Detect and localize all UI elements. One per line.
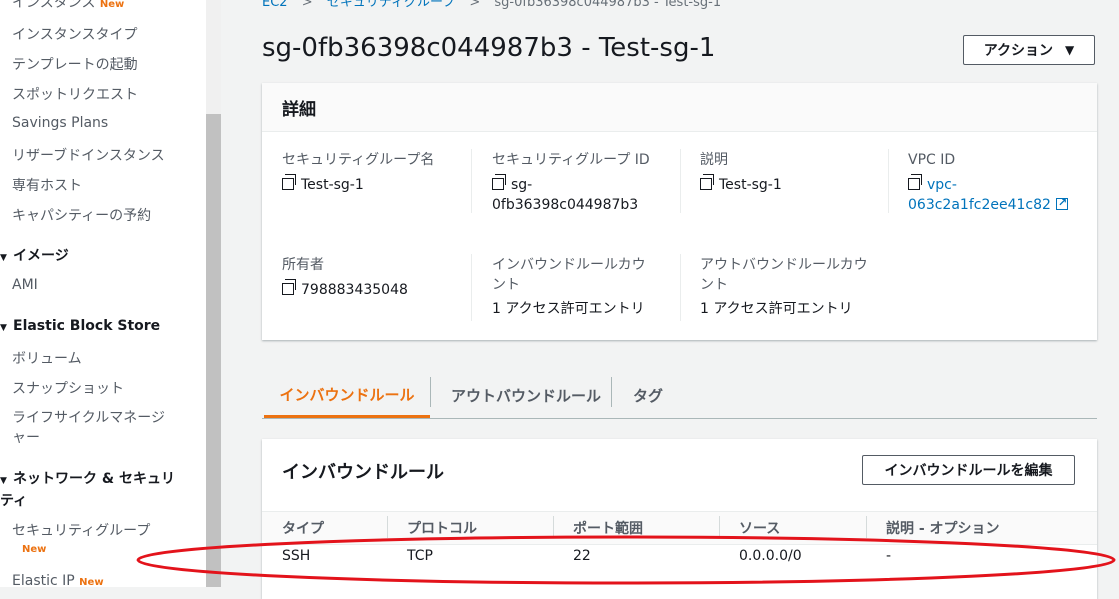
sidebar-item-volumes[interactable]: ボリューム <box>12 348 82 368</box>
column-separator[interactable] <box>719 516 720 538</box>
inbound-count-value: 1 アクセス許可エントリ <box>492 301 645 317</box>
tab-bar: インバウンドルール アウトバウンドルール タグ <box>262 373 1097 419</box>
cell-source: 0.0.0.0/0 <box>739 548 802 564</box>
column-header-type[interactable]: タイプ <box>282 518 324 538</box>
cell-port-range: 22 <box>573 548 591 564</box>
actions-button[interactable]: アクション ▼ <box>963 35 1095 65</box>
breadcrumb-ec2[interactable]: EC2 <box>262 0 288 10</box>
sidebar-section-network-security[interactable]: ▼ ネットワーク & セキュリティ <box>0 469 185 511</box>
details-title: 詳細 <box>282 100 316 120</box>
details-panel: 詳細 セキュリティグループ名 Test-sg-1 セキュリティグループ ID s… <box>262 83 1097 340</box>
vpc-id-link[interactable]: vpc- 063c2a1fc2ee41c82 <box>908 174 1068 215</box>
sidebar-item-spot-requests[interactable]: スポットリクエスト <box>12 84 138 104</box>
column-divider <box>471 149 472 213</box>
inbound-rules-title: インバウンドルール <box>282 462 444 483</box>
breadcrumb-separator: > <box>301 0 313 10</box>
column-header-description[interactable]: 説明 - オプション <box>886 518 1000 538</box>
column-separator[interactable] <box>553 516 554 538</box>
tab-tags[interactable]: タグ <box>633 373 663 418</box>
edit-inbound-rules-button[interactable]: インバウンドルールを編集 <box>862 455 1075 485</box>
sg-name-label: セキュリティグループ名 <box>282 152 435 168</box>
sidebar-item-dedicated-hosts[interactable]: 専有ホスト <box>12 175 82 195</box>
breadcrumb: EC2 > セキュリティグループ > sg-0fb36398c044987b3 … <box>262 0 721 10</box>
cell-description: - <box>886 548 892 564</box>
new-badge: New <box>79 577 104 588</box>
sidebar-item-lifecycle-manager[interactable]: ライフサイクルマネージャー <box>12 408 172 448</box>
breadcrumb-current: sg-0fb36398c044987b3 - Test-sg-1 <box>494 0 722 10</box>
tab-outbound-rules[interactable]: アウトバウンドルール <box>451 373 601 418</box>
breadcrumb-security-groups[interactable]: セキュリティグループ <box>327 0 455 10</box>
tab-separator <box>430 377 431 407</box>
sidebar-section-ebs[interactable]: ▼ Elastic Block Store <box>0 318 160 334</box>
description-label: 説明 <box>700 152 728 168</box>
caret-down-icon: ▼ <box>0 323 7 333</box>
column-header-port-range[interactable]: ポート範囲 <box>573 518 643 538</box>
sidebar-item-reserved-instances[interactable]: リザーブドインスタンス <box>12 145 165 165</box>
copy-icon[interactable] <box>282 279 296 295</box>
column-header-source[interactable]: ソース <box>739 518 780 538</box>
copy-icon[interactable] <box>282 174 296 190</box>
details-header: 詳細 <box>262 83 1097 132</box>
column-separator[interactable] <box>387 516 388 538</box>
breadcrumb-separator: > <box>469 0 481 10</box>
copy-icon[interactable] <box>700 174 714 190</box>
column-divider <box>888 149 889 213</box>
sidebar-item-ami[interactable]: AMI <box>12 277 38 293</box>
copy-icon[interactable] <box>908 174 922 190</box>
sidebar-item-instance-types[interactable]: インスタンスタイプ <box>12 24 137 44</box>
tab-inbound-rules[interactable]: インバウンドルール <box>264 373 430 418</box>
column-header-protocol[interactable]: プロトコル <box>407 518 477 538</box>
external-link-icon <box>1055 193 1068 213</box>
cell-protocol: TCP <box>407 548 433 564</box>
sidebar-item-capacity-reservations[interactable]: キャパシティーの予約 <box>12 205 151 225</box>
sidebar-section-images[interactable]: ▼ イメージ <box>0 245 69 265</box>
outbound-count-label: アウトバウンドルールカウ ント <box>700 257 868 293</box>
cell-type: SSH <box>282 548 311 564</box>
sidebar-scrollbar-thumb[interactable] <box>206 114 221 587</box>
sidebar: インスタンス New インスタンスタイプ テンプレートの起動 スポットリクエスト… <box>0 0 206 589</box>
sidebar-item-instances[interactable]: インスタンス New <box>12 0 124 12</box>
outbound-count-value: 1 アクセス許可エントリ <box>700 301 853 317</box>
sidebar-item-snapshots[interactable]: スナップショット <box>12 378 124 398</box>
sg-id-value: sg- 0fb36398c044987b3 <box>492 174 639 213</box>
column-divider <box>471 254 472 321</box>
column-divider <box>680 149 681 213</box>
tab-separator <box>611 377 612 407</box>
sidebar-item-security-groups[interactable]: セキュリティグループ New <box>12 520 150 555</box>
sidebar-item-launch-templates[interactable]: テンプレートの起動 <box>12 54 138 74</box>
column-divider <box>680 254 681 321</box>
column-separator[interactable] <box>866 516 867 538</box>
new-badge: New <box>22 544 47 555</box>
owner-label: 所有者 <box>282 257 324 273</box>
caret-down-icon: ▼ <box>0 253 7 263</box>
caret-down-icon: ▼ <box>0 476 7 486</box>
sg-name-value: Test-sg-1 <box>282 174 364 195</box>
sg-id-label: セキュリティグループ ID <box>492 152 650 168</box>
owner-value: 798883435048 <box>282 279 408 300</box>
inbound-count-label: インバウンドルールカウ ント <box>492 257 646 293</box>
description-value: Test-sg-1 <box>700 174 782 195</box>
sidebar-item-savings-plans[interactable]: Savings Plans <box>12 115 108 131</box>
table-header: タイプ プロトコル ポート範囲 ソース 説明 - オプション <box>262 511 1097 545</box>
inbound-rules-panel: インバウンドルール インバウンドルールを編集 タイプ プロトコル ポート範囲 ソ… <box>262 439 1097 599</box>
caret-down-icon: ▼ <box>1065 43 1075 57</box>
new-badge: New <box>99 0 125 10</box>
vpc-id-label: VPC ID <box>908 152 956 168</box>
page-title: sg-0fb36398c044987b3 - Test-sg-1 <box>262 33 716 63</box>
copy-icon[interactable] <box>492 174 506 190</box>
